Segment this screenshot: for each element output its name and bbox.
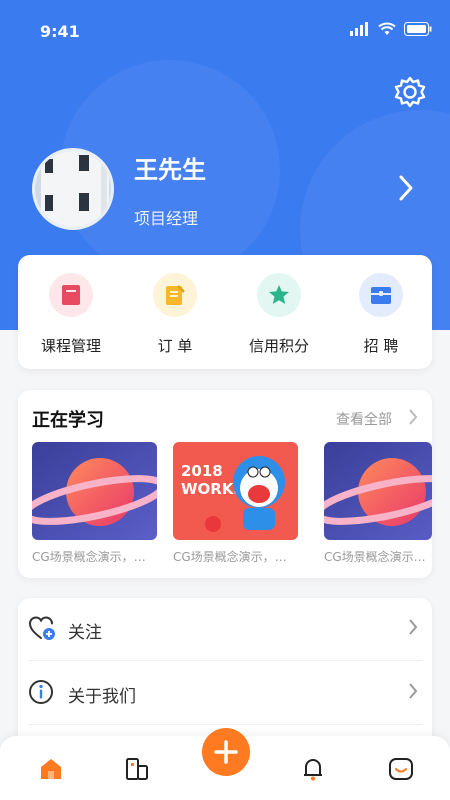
learning-section: 正在学习 查看全部 CG场景概念演示，快… 2018 WORKS CG场景概念演… (18, 390, 432, 578)
order-icon (166, 285, 185, 305)
info-icon (29, 680, 53, 704)
course-card[interactable]: 2018 WORKS CG场景概念演示，快… (173, 442, 298, 565)
course-thumbnail: 2018 WORKS (173, 442, 298, 540)
building-icon[interactable] (122, 754, 152, 784)
view-all-link[interactable]: 查看全部 (336, 409, 392, 429)
book-icon (62, 285, 80, 305)
quick-action-label: 订 单 (157, 337, 193, 355)
course-card[interactable]: CG场景概念演示，快… (32, 442, 157, 565)
quick-action-label: 信用积分 (248, 337, 309, 355)
quick-actions: 课程管理 订 单 信用积分 招 聘 (18, 255, 432, 369)
chevron-right-icon (409, 619, 418, 635)
menu-item-about[interactable]: 关于我们 (28, 662, 422, 725)
wifi-icon (378, 22, 396, 35)
status-time: 9:41 (40, 22, 80, 41)
plus-icon (214, 740, 238, 764)
bell-icon[interactable] (298, 754, 328, 784)
chevron-right-icon[interactable] (408, 408, 418, 426)
section-title: 正在学习 (32, 410, 104, 431)
quick-action-credit[interactable]: 信用积分 (234, 273, 324, 356)
menu-label: 关于我们 (68, 687, 136, 707)
tab-bar (0, 728, 450, 800)
gear-icon[interactable] (392, 74, 428, 110)
course-title: CG场景概念演示… (324, 550, 426, 564)
course-thumbnail (324, 442, 432, 540)
add-button[interactable] (202, 728, 250, 776)
quick-action-label: 招 聘 (363, 337, 399, 355)
course-title: CG场景概念演示，快… (173, 550, 298, 564)
quick-action-recruit[interactable]: 招 聘 (336, 273, 426, 356)
avatar[interactable] (32, 148, 114, 230)
course-thumbnail (32, 442, 157, 540)
profile-role: 项目经理 (134, 209, 199, 228)
home-icon[interactable] (36, 754, 66, 784)
course-title: CG场景概念演示，快… (32, 550, 157, 564)
menu-item-follow[interactable]: 关注 (28, 598, 422, 661)
star-icon (269, 285, 289, 304)
status-bar: 9:41 (0, 0, 450, 60)
briefcase-icon (371, 287, 391, 304)
face-icon[interactable] (386, 754, 416, 784)
chevron-right-icon (409, 683, 418, 699)
quick-action-course[interactable]: 课程管理 (26, 273, 116, 356)
heart-plus-icon (28, 616, 55, 640)
signal-icon (350, 22, 368, 36)
profile-name: 王先生 (134, 156, 206, 184)
quick-action-order[interactable]: 订 单 (130, 273, 220, 356)
quick-action-label: 课程管理 (40, 337, 101, 355)
course-card[interactable]: CG场景概念演示… (324, 442, 434, 565)
battery-icon (404, 22, 432, 36)
menu-label: 关注 (68, 623, 102, 643)
chevron-right-icon[interactable] (398, 174, 414, 202)
